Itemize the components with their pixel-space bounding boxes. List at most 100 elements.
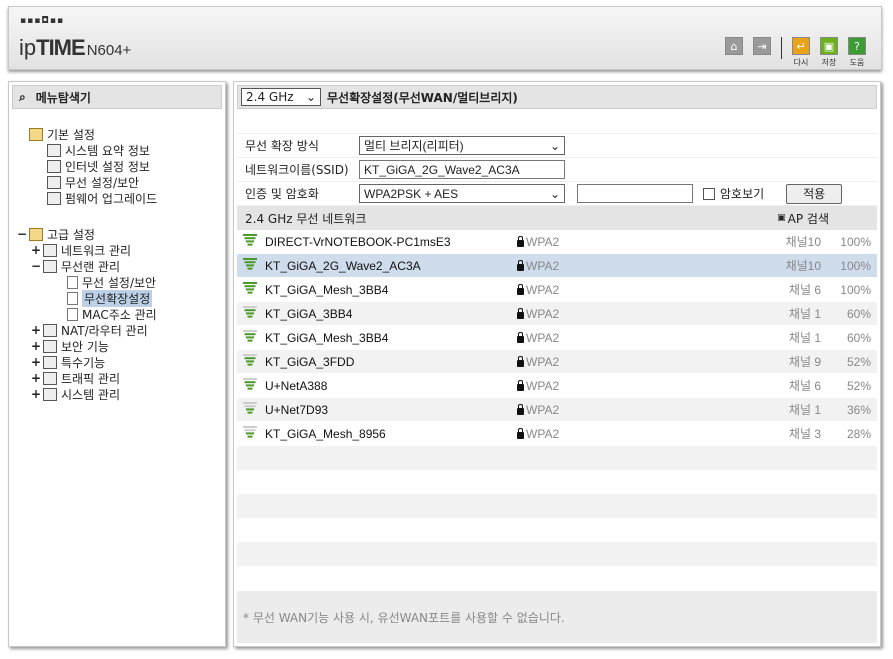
tree-advanced-settings[interactable]: − 고급 설정 <box>15 226 225 242</box>
expand-toggle[interactable]: + <box>29 323 43 337</box>
network-ssid: KT_GiGA_3BB4 <box>265 306 353 321</box>
help-icon: ? <box>848 37 866 55</box>
collapse-toggle[interactable]: − <box>29 259 43 273</box>
tree-basic-settings[interactable]: 기본 설정 <box>15 126 225 142</box>
security-label: WPA2 <box>526 234 560 249</box>
mode-select[interactable]: 멀티 브리지(리피터) ⌄ <box>359 136 565 155</box>
auth-label: 인증 및 암호화 <box>245 187 319 201</box>
network-ssid: DIRECT-VrNOTEBOOK-PC1msE3 <box>265 234 451 249</box>
network-list-title: 2.4 GHz 무선 네트워크 <box>245 211 367 226</box>
network-row[interactable]: KT_GiGA_Mesh_8956 WPA2 채널 3 28% <box>237 422 877 446</box>
ap-search-button[interactable]: ▣ AP 검색 <box>777 210 829 227</box>
network-row[interactable]: KT_GiGA_Mesh_3BB4 WPA2 채널 6 100% <box>237 278 877 302</box>
network-ssid: U+Net7D93 <box>265 402 329 417</box>
save-icon: ▣ <box>820 37 838 55</box>
menu-explorer: ⌕ 메뉴탐색기 기본 설정 시스템 요약 정보 인터넷 설정 정보 무선 설정/… <box>8 81 226 647</box>
reload-button[interactable]: ↵ 다시 <box>789 37 813 68</box>
save-label: 저장 <box>821 58 837 67</box>
tree-item-wireless-security[interactable]: 무선 설정/보안 <box>15 274 225 290</box>
auth-select[interactable]: WPA2PSK + AES ⌄ <box>359 184 565 203</box>
wireless-icon <box>43 259 57 273</box>
show-password-checkbox[interactable] <box>703 187 715 200</box>
auth-row: 인증 및 암호화 WPA2PSK + AES ⌄ 암호보기 적용 <box>237 182 877 206</box>
apply-button[interactable]: 적용 <box>786 183 843 204</box>
expand-toggle[interactable]: + <box>29 355 43 369</box>
help-label: 도움 <box>849 58 865 67</box>
search-icon: ▣ <box>777 213 786 223</box>
tree-item-internet-info[interactable]: 인터넷 설정 정보 <box>15 158 225 174</box>
collapse-toggle[interactable]: − <box>15 227 29 241</box>
network-row[interactable]: U+Net7D93 WPA2 채널 1 36% <box>237 398 877 422</box>
network-row[interactable]: KT_GiGA_3BB4 WPA2 채널 1 60% <box>237 302 877 326</box>
menu-explorer-title: 메뉴탐색기 <box>35 90 91 105</box>
signal-icon <box>237 425 259 442</box>
signal-icon <box>237 353 259 370</box>
security-label: WPA2 <box>526 258 560 273</box>
extension-form: 무선 확장 방식 멀티 브리지(리피터) ⌄ 네트워크이름(SSID) KT_G… <box>237 133 877 206</box>
signal-icon <box>237 305 259 322</box>
network-row[interactable]: KT_GiGA_Mesh_3BB4 WPA2 채널 1 60% <box>237 326 877 350</box>
ssid-input[interactable]: KT_GiGA_2G_Wave2_AC3A <box>359 160 565 179</box>
tree-item-security[interactable]: + 보안 기능 <box>15 338 225 354</box>
network-channel: 채널 6 <box>788 283 821 297</box>
network-signal-strength: 52% <box>846 378 871 393</box>
tree-item-network[interactable]: + 네트워크 관리 <box>15 242 225 258</box>
network-channel: 채널10 <box>785 259 821 273</box>
expand-toggle[interactable]: + <box>29 339 43 353</box>
logo-dots: ▪▪▪◘▪▪ <box>20 16 65 26</box>
expand-toggle[interactable]: + <box>29 371 43 385</box>
security-label: WPA2 <box>526 282 560 297</box>
help-button[interactable]: ? 도움 <box>845 37 869 68</box>
lock-icon <box>517 403 524 415</box>
tree-label: 네트워크 관리 <box>61 243 132 258</box>
security-label: WPA2 <box>526 426 560 441</box>
expand-toggle[interactable]: + <box>29 243 43 257</box>
network-channel: 채널 1 <box>788 307 821 321</box>
tree-label: 펌웨어 업그레이드 <box>65 191 158 206</box>
logo: ipTIME N604+ <box>19 35 131 61</box>
mode-value: 멀티 브리지(리피터) <box>364 139 464 153</box>
tree-item-mac-address[interactable]: MAC주소 관리 <box>15 306 225 322</box>
mode-label: 무선 확장 방식 <box>245 139 319 153</box>
tree-item-system-summary[interactable]: 시스템 요약 정보 <box>15 142 225 158</box>
logo-time: TIME <box>36 35 86 60</box>
signal-icon <box>237 377 259 394</box>
tree-label: 트래픽 관리 <box>61 371 121 386</box>
network-security: WPA2 <box>517 283 737 297</box>
signal-icon <box>237 233 259 250</box>
tree-item-wireless-extension[interactable]: 무선확장설정 <box>15 289 225 307</box>
tree-item-wlan[interactable]: − 무선랜 관리 <box>15 258 225 274</box>
network-row[interactable]: DIRECT-VrNOTEBOOK-PC1msE3 WPA2 채널10 100% <box>237 230 877 254</box>
network-row[interactable]: KT_GiGA_3FDD WPA2 채널 9 52% <box>237 350 877 374</box>
network-ssid: U+NetA388 <box>265 378 328 393</box>
password-input[interactable] <box>577 184 693 203</box>
tree-item-firmware[interactable]: 펌웨어 업그레이드 <box>15 190 225 206</box>
wireless-icon <box>47 175 61 189</box>
tree-label: 시스템 관리 <box>61 387 121 402</box>
signal-icon <box>237 329 259 346</box>
network-ssid: KT_GiGA_3FDD <box>265 354 355 369</box>
network-ssid: KT_GiGA_Mesh_3BB4 <box>265 282 389 297</box>
logout-button[interactable]: ⇥ <box>750 37 774 55</box>
network-signal-strength: 60% <box>846 330 871 345</box>
tree-item-wireless-basic[interactable]: 무선 설정/보안 <box>15 174 225 190</box>
tree-item-special[interactable]: + 특수기능 <box>15 354 225 370</box>
logout-icon: ⇥ <box>753 37 771 55</box>
network-row[interactable]: U+NetA388 WPA2 채널 6 52% <box>237 374 877 398</box>
network-list: DIRECT-VrNOTEBOOK-PC1msE3 WPA2 채널10 100% KT_… <box>237 230 877 566</box>
band-select[interactable]: 2.4 GHz ⌄ <box>241 88 321 106</box>
network-signal-strength: 60% <box>846 306 871 321</box>
expand-toggle[interactable]: + <box>29 387 43 401</box>
save-button[interactable]: ▣ 저장 <box>817 37 841 68</box>
main-title-bar: 2.4 GHz ⌄ 무선확장설정(무선WAN/멀티브리지) <box>237 85 877 109</box>
network-row[interactable]: KT_GiGA_2G_Wave2_AC3A WPA2 채널10 100% <box>237 254 877 278</box>
tree-label: 특수기능 <box>61 355 106 370</box>
tree-item-traffic[interactable]: + 트래픽 관리 <box>15 370 225 386</box>
network-signal-strength: 52% <box>846 354 871 369</box>
network-signal-strength: 100% <box>840 234 871 249</box>
home-button[interactable]: ⌂ <box>722 37 746 55</box>
lock-icon <box>517 235 524 247</box>
security-label: WPA2 <box>526 402 560 417</box>
tree-item-nat-router[interactable]: + NAT/라우터 관리 <box>15 322 225 338</box>
tree-item-system[interactable]: + 시스템 관리 <box>15 386 225 402</box>
